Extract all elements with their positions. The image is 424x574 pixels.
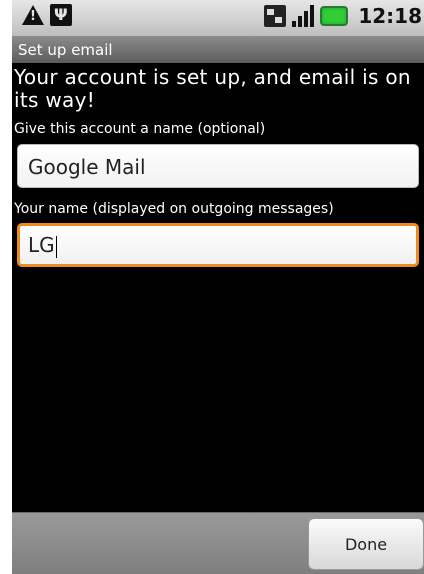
your-name-label: Your name (displayed on outgoing message… (14, 201, 334, 217)
account-name-value: Google Mail (28, 155, 146, 179)
bottom-button-bar: Done (12, 512, 424, 574)
done-button[interactable]: Done (308, 518, 424, 570)
window-title: Set up email (12, 37, 424, 63)
your-name-field[interactable]: LG (17, 223, 419, 267)
usb-icon (50, 4, 72, 26)
text-caret (55, 235, 57, 258)
network-icon (264, 5, 287, 27)
battery-icon (320, 6, 349, 26)
your-name-value: LG (28, 233, 55, 257)
signal-icon (292, 5, 315, 27)
warning-icon (22, 5, 44, 25)
account-name-field[interactable]: Google Mail (17, 144, 419, 188)
status-bar: 12:18 (12, 0, 424, 37)
setup-complete-message: Your account is set up, and email is on … (14, 65, 411, 112)
account-name-label: Give this account a name (optional) (14, 121, 266, 137)
status-time: 12:18 (358, 4, 422, 28)
phone-screen: 12:18 Set up email Your account is set u… (12, 0, 424, 574)
